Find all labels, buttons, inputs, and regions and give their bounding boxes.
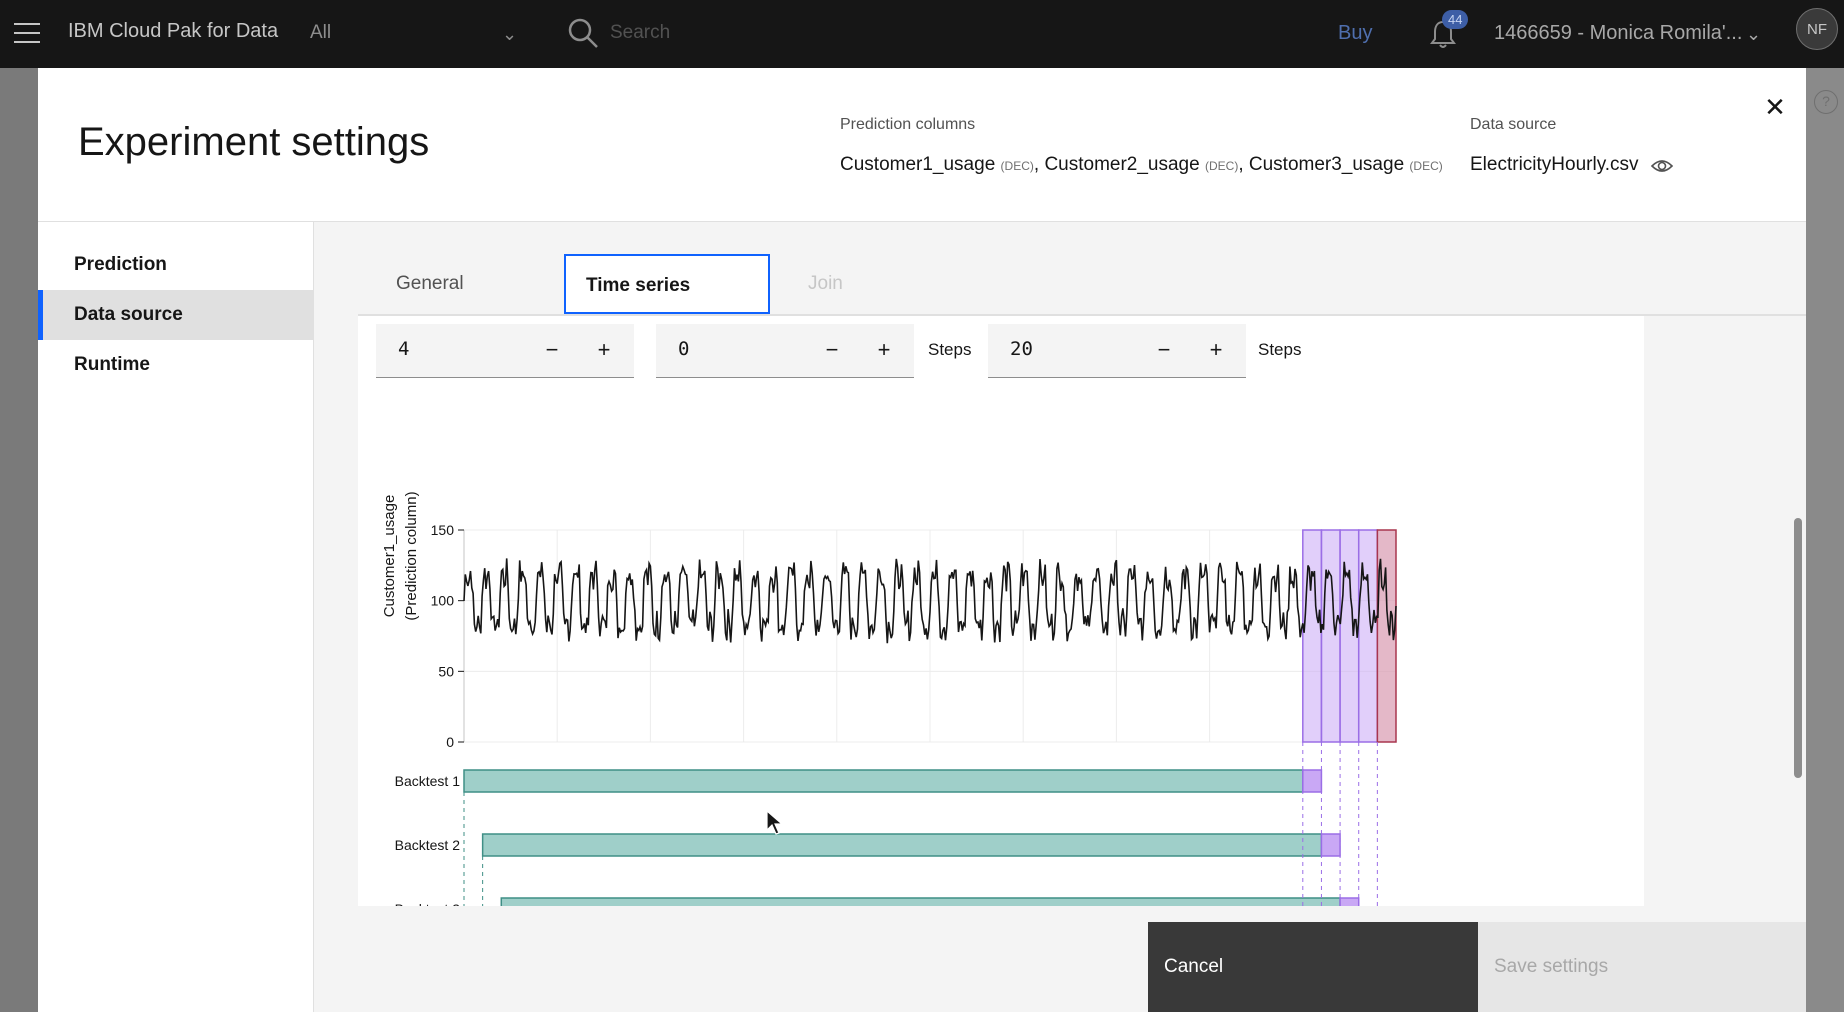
prediction-column-name: Customer2_usage <box>1044 154 1200 175</box>
prediction-column-type: (DEC) <box>1409 159 1443 173</box>
menu-icon[interactable] <box>14 20 40 46</box>
prediction-column-name: Customer1_usage <box>840 154 996 175</box>
cancel-button[interactable]: Cancel <box>1148 922 1478 1012</box>
time-series-panel: 4 − + 0 − + Steps 20 − + Steps 0 50 100 150… <box>358 316 1644 906</box>
validation-bar <box>1339 897 1360 906</box>
prediction-column-type: (DEC) <box>1204 159 1239 173</box>
mouse-cursor-icon <box>766 810 784 835</box>
product-name[interactable]: IBM Cloud Pak for Data <box>68 20 278 43</box>
train-bar <box>481 833 1323 857</box>
sidebar-item-prediction[interactable]: Prediction <box>38 240 314 290</box>
validation-window <box>1302 529 1323 743</box>
scope-dropdown[interactable]: All <box>310 22 331 44</box>
eye-icon[interactable] <box>1650 154 1674 178</box>
prediction-columns-label: Prediction columns <box>840 116 976 133</box>
sidebar-item-data-source[interactable]: Data source <box>38 290 314 340</box>
prediction-column-type: (DEC) <box>1000 159 1034 173</box>
notification-count-badge: 44 <box>1442 10 1469 29</box>
save-settings-button[interactable]: Save settings <box>1478 922 1806 1012</box>
y-axis-label-secondary: (Prediction column) <box>403 491 420 620</box>
experiment-settings-modal: Experiment settings Prediction columns C… <box>38 68 1806 1012</box>
y-tick-label: 100 <box>431 593 455 609</box>
top-nav-bar: IBM Cloud Pak for Data All ⌄ Search Buy … <box>0 0 1844 68</box>
buy-link[interactable]: Buy <box>1338 22 1372 45</box>
validation-bar <box>1302 769 1323 793</box>
validation-window <box>1339 529 1360 743</box>
backtest-chart: 0 50 100 150 Customer1_usage (Prediction co… <box>381 491 1397 906</box>
data-source-value: ElectricityHourly.csv <box>1470 154 1639 175</box>
settings-sidebar: Prediction Data source Runtime <box>38 222 314 1012</box>
chevron-down-icon[interactable]: ⌄ <box>502 24 517 45</box>
data-source-label: Data source <box>1470 116 1557 133</box>
train-bar <box>500 897 1341 906</box>
y-tick-label: 50 <box>438 663 454 679</box>
validation-bar <box>1320 833 1341 857</box>
help-icon: ? <box>1814 90 1838 114</box>
sidebar-item-runtime[interactable]: Runtime <box>38 340 314 390</box>
page-backdrop <box>1806 68 1844 1012</box>
validation-window <box>1320 529 1341 743</box>
modal-header: Experiment settings Prediction columns C… <box>38 68 1806 222</box>
close-icon[interactable]: ✕ <box>1760 92 1790 122</box>
chevron-down-icon[interactable]: ⌄ <box>1746 24 1761 45</box>
backtest-label: Backtest 1 <box>395 773 461 789</box>
avatar[interactable]: NF <box>1796 8 1838 50</box>
y-tick-label: 150 <box>431 522 455 538</box>
prediction-columns-value: Customer1_usage (DEC), Customer2_usage (… <box>840 154 1443 175</box>
y-tick-label: 0 <box>446 734 454 750</box>
tab-general[interactable]: General <box>376 254 584 314</box>
search-input[interactable]: Search <box>610 22 670 44</box>
validation-window <box>1357 529 1379 743</box>
backtest-label: Backtest 2 <box>395 837 461 853</box>
tab-time-series[interactable]: Time series <box>564 254 770 314</box>
prediction-column-name: Customer3_usage <box>1248 154 1405 175</box>
account-switcher[interactable]: 1466659 - Monica Romila'... <box>1494 22 1742 45</box>
scrollbar[interactable] <box>1794 518 1802 778</box>
tab-join[interactable]: Join <box>788 254 908 314</box>
train-bar <box>463 769 1304 793</box>
backtest-label: Backtest 3 <box>395 901 461 906</box>
modal-title: Experiment settings <box>78 120 430 164</box>
y-axis-label: Customer1_usage <box>381 495 398 618</box>
search-icon[interactable] <box>566 16 600 50</box>
